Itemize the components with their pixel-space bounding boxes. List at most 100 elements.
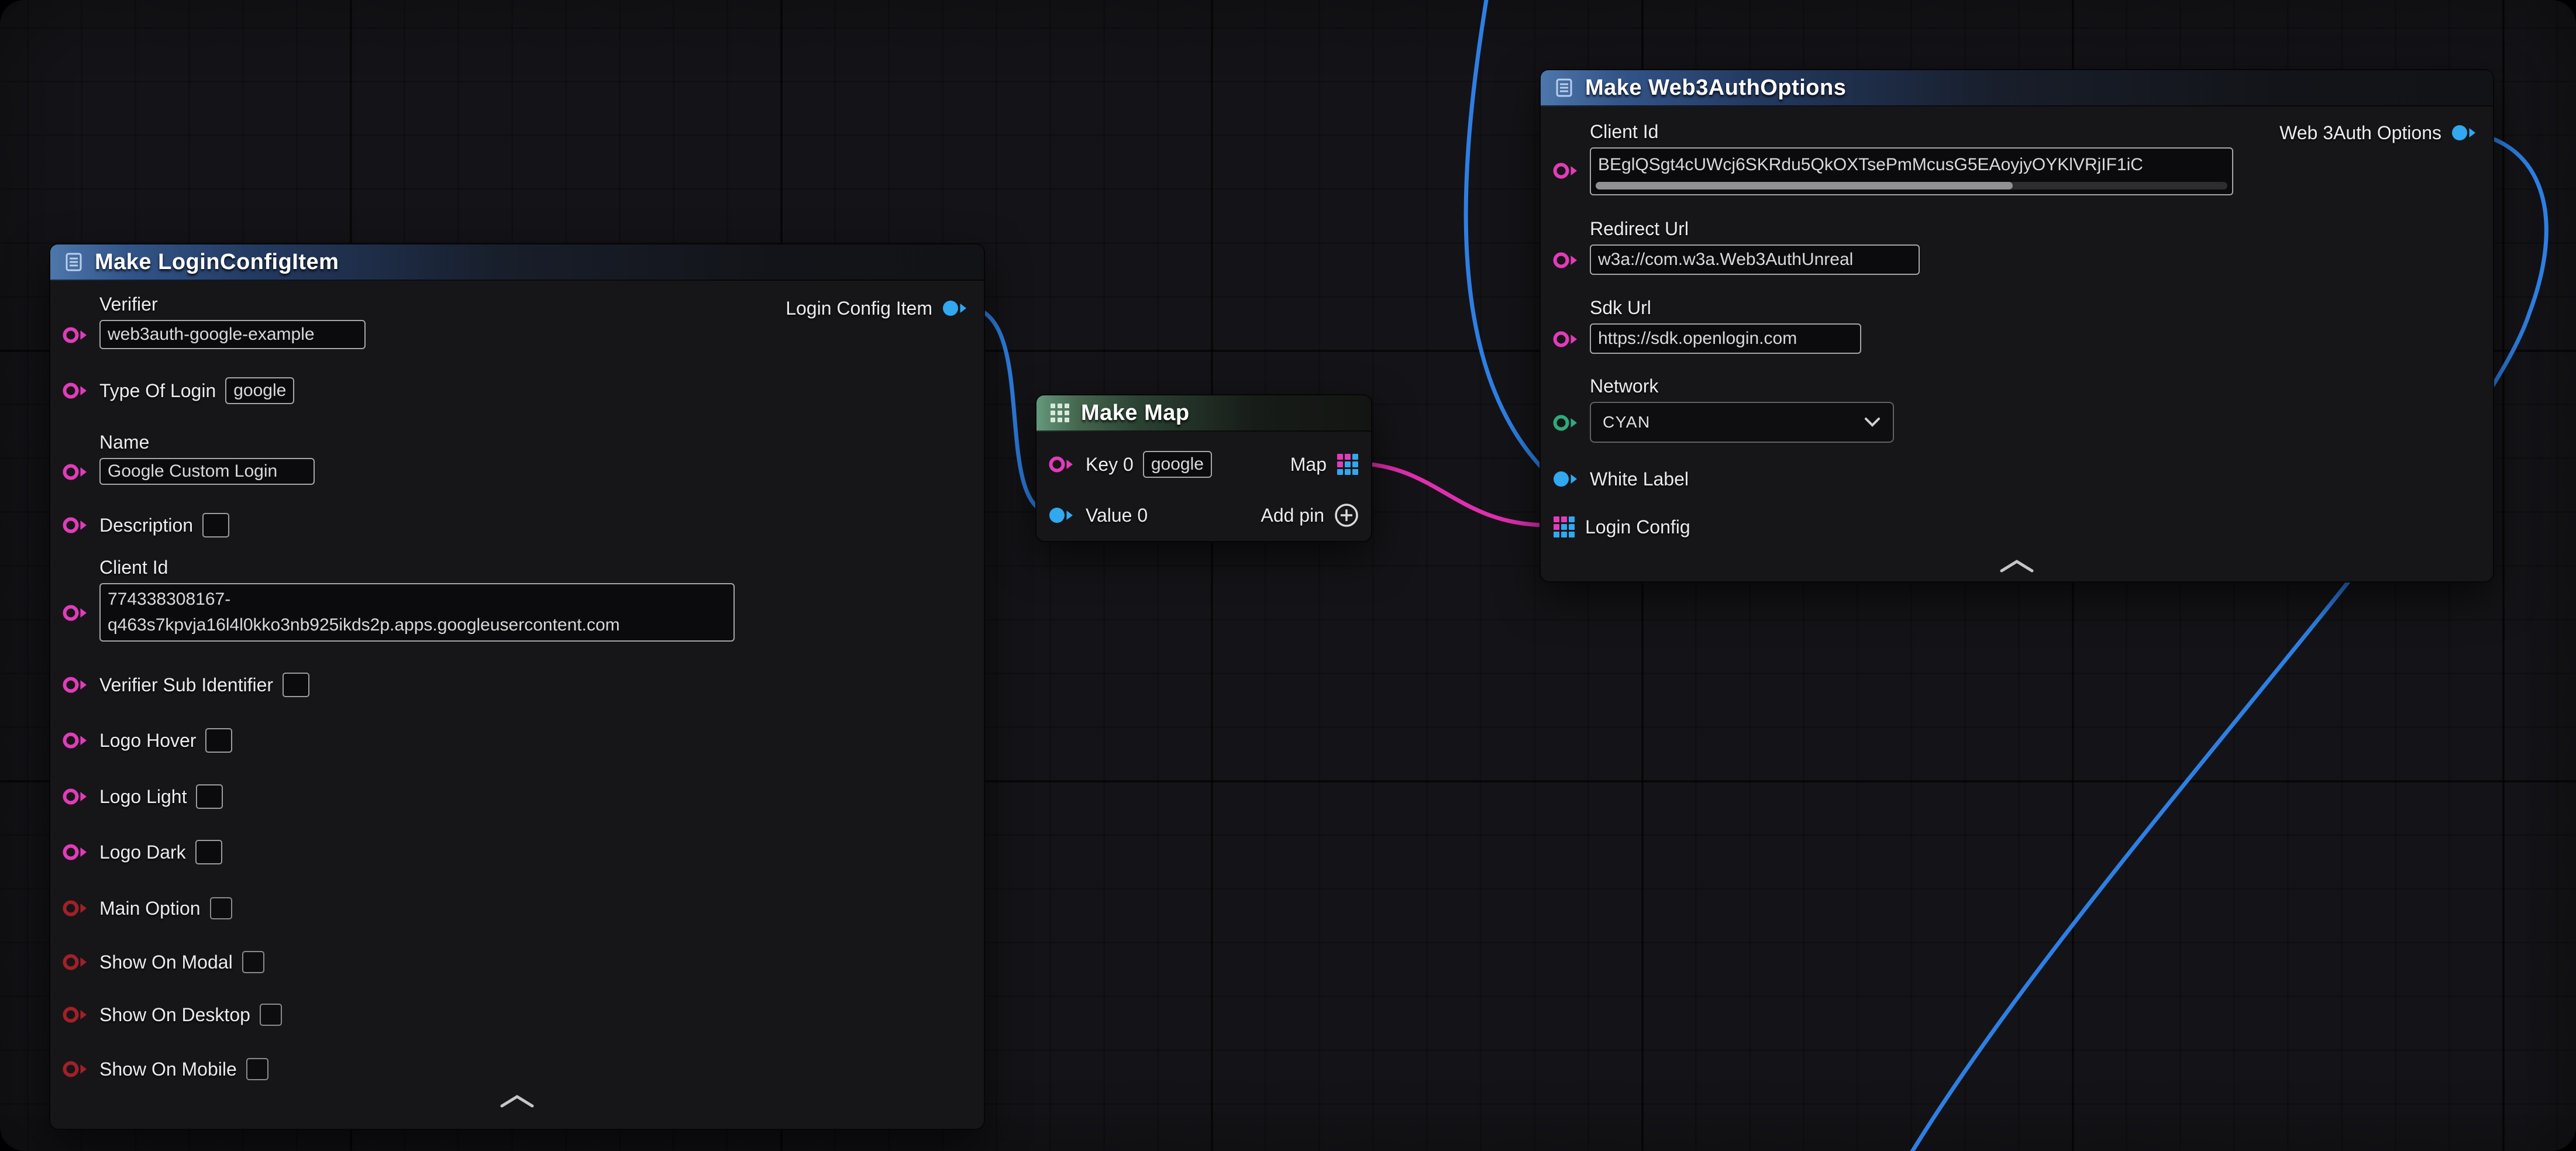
scrollbar-thumb[interactable] (1596, 182, 2013, 189)
verifier-sub-identifier-input[interactable] (283, 673, 309, 697)
logo-dark-input[interactable] (195, 840, 222, 864)
chevron-up-icon[interactable] (1998, 559, 2036, 574)
field-value0: Value 0 (1048, 500, 1148, 530)
struct-node-icon (1554, 77, 1575, 98)
pin-client-id[interactable] (62, 603, 90, 623)
pin-redirect-url[interactable] (1552, 250, 1580, 270)
pin-white-label[interactable] (1552, 469, 1580, 489)
node-header-drag-handle[interactable]: Make LoginConfigItem (50, 244, 984, 281)
pin-description[interactable] (62, 515, 90, 535)
logo-light-input[interactable] (196, 784, 223, 809)
field-label: Verifier Sub Identifier (99, 674, 273, 696)
pin-main-option[interactable] (62, 898, 90, 918)
field-login-config: Login Config (1552, 512, 1690, 542)
wire-top-to-white-label[interactable] (1466, 0, 1551, 477)
show-on-desktop-checkbox[interactable] (260, 1004, 282, 1026)
node-title: Make Map (1081, 401, 1190, 426)
type-of-login-input[interactable]: google (225, 377, 294, 404)
field-label: Main Option (99, 898, 201, 919)
main-option-checkbox[interactable] (210, 897, 232, 919)
pin-label-login-config-item: Login Config Item (786, 298, 932, 319)
pin-logo-hover[interactable] (62, 730, 90, 750)
output-row-login-config-item: Login Config Item (786, 293, 970, 323)
sdk-url-input[interactable]: https://sdk.openlogin.com (1590, 323, 1861, 354)
field-show-on-modal: Show On Modal (62, 947, 264, 977)
field-client-id: Client Id 774338308167-q463s7kpvja16l4l0… (62, 557, 735, 642)
node-make-loginconfigitem[interactable]: Make LoginConfigItem Login Config Item V… (49, 243, 985, 1130)
client-id-input[interactable]: 774338308167-q463s7kpvja16l4l0kko3nb925i… (99, 583, 735, 642)
pin-logo-light[interactable] (62, 787, 90, 807)
field-label: Client Id (99, 557, 168, 578)
node-make-web3authoptions[interactable]: Make Web3AuthOptions Web 3Auth Options C… (1540, 69, 2494, 583)
field-label: Sdk Url (1590, 297, 1651, 319)
pin-name[interactable] (62, 462, 90, 482)
field-description: Description (62, 510, 229, 540)
verifier-input[interactable]: web3auth-google-example (99, 320, 366, 349)
pin-value0[interactable] (1048, 505, 1076, 525)
field-label: Logo Light (99, 786, 187, 808)
network-dropdown[interactable]: CYAN (1590, 402, 1894, 443)
blueprint-graph-canvas[interactable]: Make LoginConfigItem Login Config Item V… (0, 0, 2576, 1151)
field-name: Name Google Custom Login (62, 432, 315, 485)
pin-label-web3auth-options: Web 3Auth Options (2279, 122, 2441, 144)
pin-logo-dark[interactable] (62, 842, 90, 862)
node-make-map[interactable]: Make Map Key 0 google Map Value 0 Add pi… (1035, 394, 1372, 542)
plus-circle-icon[interactable] (1334, 502, 1359, 528)
network-selected-value: CYAN (1603, 413, 1651, 432)
show-on-modal-checkbox[interactable] (242, 951, 264, 973)
pin-map-output[interactable] (1336, 453, 1359, 476)
field-label: Client Id (1590, 121, 1658, 143)
redirect-url-input[interactable]: w3a://com.w3a.Web3AuthUnreal (1590, 244, 1920, 275)
pin-web3auth-options-output[interactable] (2451, 123, 2479, 143)
field-show-on-desktop: Show On Desktop (62, 1000, 282, 1030)
pin-login-config-item-output[interactable] (942, 298, 970, 318)
client-id-input[interactable]: BEglQSgt4cUWcj6SKRdu5QkOXTsePmMcusG5EAoy… (1590, 147, 2233, 195)
pin-show-on-modal[interactable] (62, 952, 90, 972)
chevron-down-icon (1864, 417, 1881, 428)
field-label: Value 0 (1086, 505, 1148, 526)
name-input[interactable]: Google Custom Login (99, 458, 315, 485)
field-logo-light: Logo Light (62, 781, 223, 812)
field-label: Description (99, 515, 193, 536)
field-redirect-url: Redirect Url w3a://com.w3a.Web3AuthUnrea… (1552, 218, 1920, 275)
pin-show-on-mobile[interactable] (62, 1059, 90, 1079)
output-row-web3auth-options: Web 3Auth Options (2279, 118, 2479, 148)
node-title: Make Web3AuthOptions (1585, 75, 1846, 101)
field-type-of-login: Type Of Login google (62, 375, 294, 406)
field-label: Show On Modal (99, 952, 233, 973)
key0-input[interactable]: google (1143, 451, 1212, 478)
field-key0: Key 0 google (1048, 449, 1212, 480)
pin-key0[interactable] (1048, 454, 1076, 474)
horizontal-scrollbar[interactable] (1596, 182, 2227, 189)
field-client-id: Client Id BEglQSgt4cUWcj6SKRdu5QkOXTsePm… (1552, 121, 2233, 195)
pin-sdk-url[interactable] (1552, 329, 1580, 349)
pin-show-on-desktop[interactable] (62, 1005, 90, 1025)
pin-network[interactable] (1552, 413, 1580, 433)
pin-login-config[interactable] (1552, 515, 1576, 539)
wire-map-to-login-config[interactable] (1356, 463, 1549, 525)
field-label: Logo Hover (99, 730, 196, 752)
field-show-on-mobile: Show On Mobile (62, 1054, 268, 1084)
pin-client-id[interactable] (1552, 161, 1580, 181)
chevron-up-icon[interactable] (498, 1094, 536, 1109)
field-label: Redirect Url (1590, 218, 1689, 240)
logo-hover-input[interactable] (205, 728, 232, 753)
struct-node-icon (63, 251, 84, 273)
pin-verifier-sub-identifier[interactable] (62, 675, 90, 695)
node-header-drag-handle[interactable]: Make Map (1036, 395, 1371, 432)
pin-type-of-login[interactable] (62, 381, 90, 401)
pin-label-map: Map (1290, 454, 1327, 475)
description-input[interactable] (202, 513, 229, 537)
pin-verifier[interactable] (62, 325, 90, 345)
field-label: Type Of Login (99, 380, 216, 402)
field-label: Login Config (1585, 516, 1690, 538)
field-logo-hover: Logo Hover (62, 725, 232, 756)
field-sdk-url: Sdk Url https://sdk.openlogin.com (1552, 297, 1861, 354)
field-verifier: Verifier web3auth-google-example (62, 294, 366, 349)
field-label: Verifier (99, 294, 158, 315)
show-on-mobile-checkbox[interactable] (246, 1058, 268, 1080)
node-header-drag-handle[interactable]: Make Web3AuthOptions (1541, 70, 2493, 106)
node-title: Make LoginConfigItem (95, 250, 339, 275)
field-white-label: White Label (1552, 464, 1689, 494)
client-id-text: BEglQSgt4cUWcj6SKRdu5QkOXTsePmMcusG5EAoy… (1598, 153, 2143, 177)
